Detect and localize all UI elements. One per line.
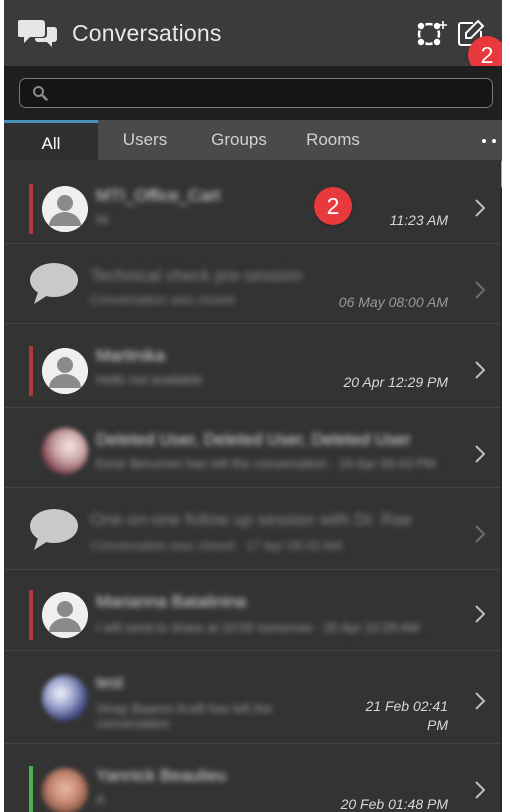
conversation-preview: A [96, 792, 105, 807]
chat-bubble-icon [30, 509, 78, 550]
conversation-row[interactable]: Technical check pre-session Conversation… [4, 244, 500, 324]
chevron-right-icon [475, 361, 486, 379]
conversation-time: 21 Feb 02:41 PM [365, 698, 448, 733]
scrollbar[interactable] [500, 160, 502, 812]
conversation-row[interactable]: Martinika Hello not available 20 Apr 12:… [4, 324, 500, 408]
conversation-title: Yannick Beaulieu [96, 766, 227, 785]
avatar [40, 590, 90, 640]
conversation-row[interactable]: Yannick Beaulieu A 20 Feb 01:48 PM [4, 744, 500, 812]
chevron-right-icon [475, 199, 486, 217]
filter-tabs: All Users Groups Rooms [4, 120, 502, 160]
header: Conversations [4, 0, 502, 66]
conversation-preview: Einar Berumen has left the conversation … [96, 456, 436, 471]
conversation-preview: Conversation was closed · 17 Apr 09:43 A… [90, 538, 343, 553]
more-options-icon[interactable] [482, 139, 502, 143]
conversation-title: One-on-one follow up session with Dr. Ra… [90, 510, 413, 529]
search-input[interactable] [58, 82, 482, 104]
conversation-title: Deleted User, Deleted User, Deleted User [96, 430, 411, 449]
avatar [40, 184, 90, 234]
conversations-panel: Conversations 2 All Users Groups Rooms M… [4, 0, 502, 812]
conversation-title: test [96, 673, 124, 692]
user-avatar-icon [42, 348, 88, 394]
chevron-right-icon [475, 525, 486, 543]
user-avatar-icon [42, 592, 88, 638]
conversation-preview: Hello not available [96, 372, 203, 387]
chat-bubble-icon [30, 263, 78, 304]
tab-users[interactable]: Users [98, 120, 192, 160]
conference-add-icon[interactable] [410, 18, 450, 50]
conversation-title: Marianna Batalinina [96, 592, 247, 611]
user-photo-icon [42, 675, 88, 721]
status-indicator [29, 766, 33, 812]
chevron-right-icon [475, 281, 486, 299]
conversation-time: 11:23 AM [389, 212, 448, 228]
chevron-right-icon [475, 445, 486, 463]
avatar [40, 673, 90, 723]
conversation-row[interactable]: Marianna Batalinina I will send to share… [4, 570, 500, 651]
avatar [40, 426, 90, 476]
chevron-right-icon [475, 605, 486, 623]
conversation-row[interactable]: Deleted User, Deleted User, Deleted User… [4, 408, 500, 488]
search-bar [4, 66, 502, 120]
conversation-preview: Conversation was closed [90, 292, 235, 307]
conversation-time: 06 May 08:00 AM [338, 294, 448, 310]
conversation-title: Martinika [96, 346, 165, 365]
conversation-row[interactable]: MTI_Office_Cart Hi 11:23 AM [4, 160, 500, 244]
page-title: Conversations [72, 20, 222, 46]
user-photo-icon [42, 768, 88, 812]
status-indicator [29, 590, 33, 640]
conversation-title: Technical check pre-session [90, 266, 303, 285]
conversation-time: 20 Apr 12:29 PM [343, 374, 448, 390]
conversation-row[interactable]: One-on-one follow up session with Dr. Ra… [4, 488, 500, 570]
search-icon [33, 86, 48, 101]
chat-bubbles-icon [18, 20, 57, 47]
user-photo-icon [42, 428, 88, 474]
conversation-preview: Vinay Baaron Kraft has left the conversa… [96, 701, 273, 731]
conversation-row[interactable]: test Vinay Baaron Kraft has left the con… [4, 651, 500, 744]
status-indicator [29, 184, 33, 234]
conversation-title: MTI_Office_Cart [96, 186, 221, 205]
conversation-time: 20 Feb 01:48 PM [340, 796, 448, 812]
scrollbar-thumb[interactable] [501, 160, 502, 188]
avatar [40, 346, 90, 396]
chevron-right-icon [475, 781, 486, 799]
chevron-right-icon [475, 692, 486, 710]
user-avatar-icon [42, 186, 88, 232]
status-indicator [29, 346, 33, 396]
avatar [40, 766, 90, 812]
conversation-preview: Hi [96, 212, 109, 227]
conversation-list: MTI_Office_Cart Hi 11:23 AM Technical ch… [4, 160, 502, 812]
tab-rooms[interactable]: Rooms [286, 120, 380, 160]
search-field[interactable] [19, 78, 493, 108]
tab-groups[interactable]: Groups [192, 120, 286, 160]
tab-all[interactable]: All [4, 120, 98, 160]
conversation-preview: I will send to share at 10:00 tomorrow ·… [96, 620, 420, 635]
unread-badge: 2 [314, 187, 352, 225]
